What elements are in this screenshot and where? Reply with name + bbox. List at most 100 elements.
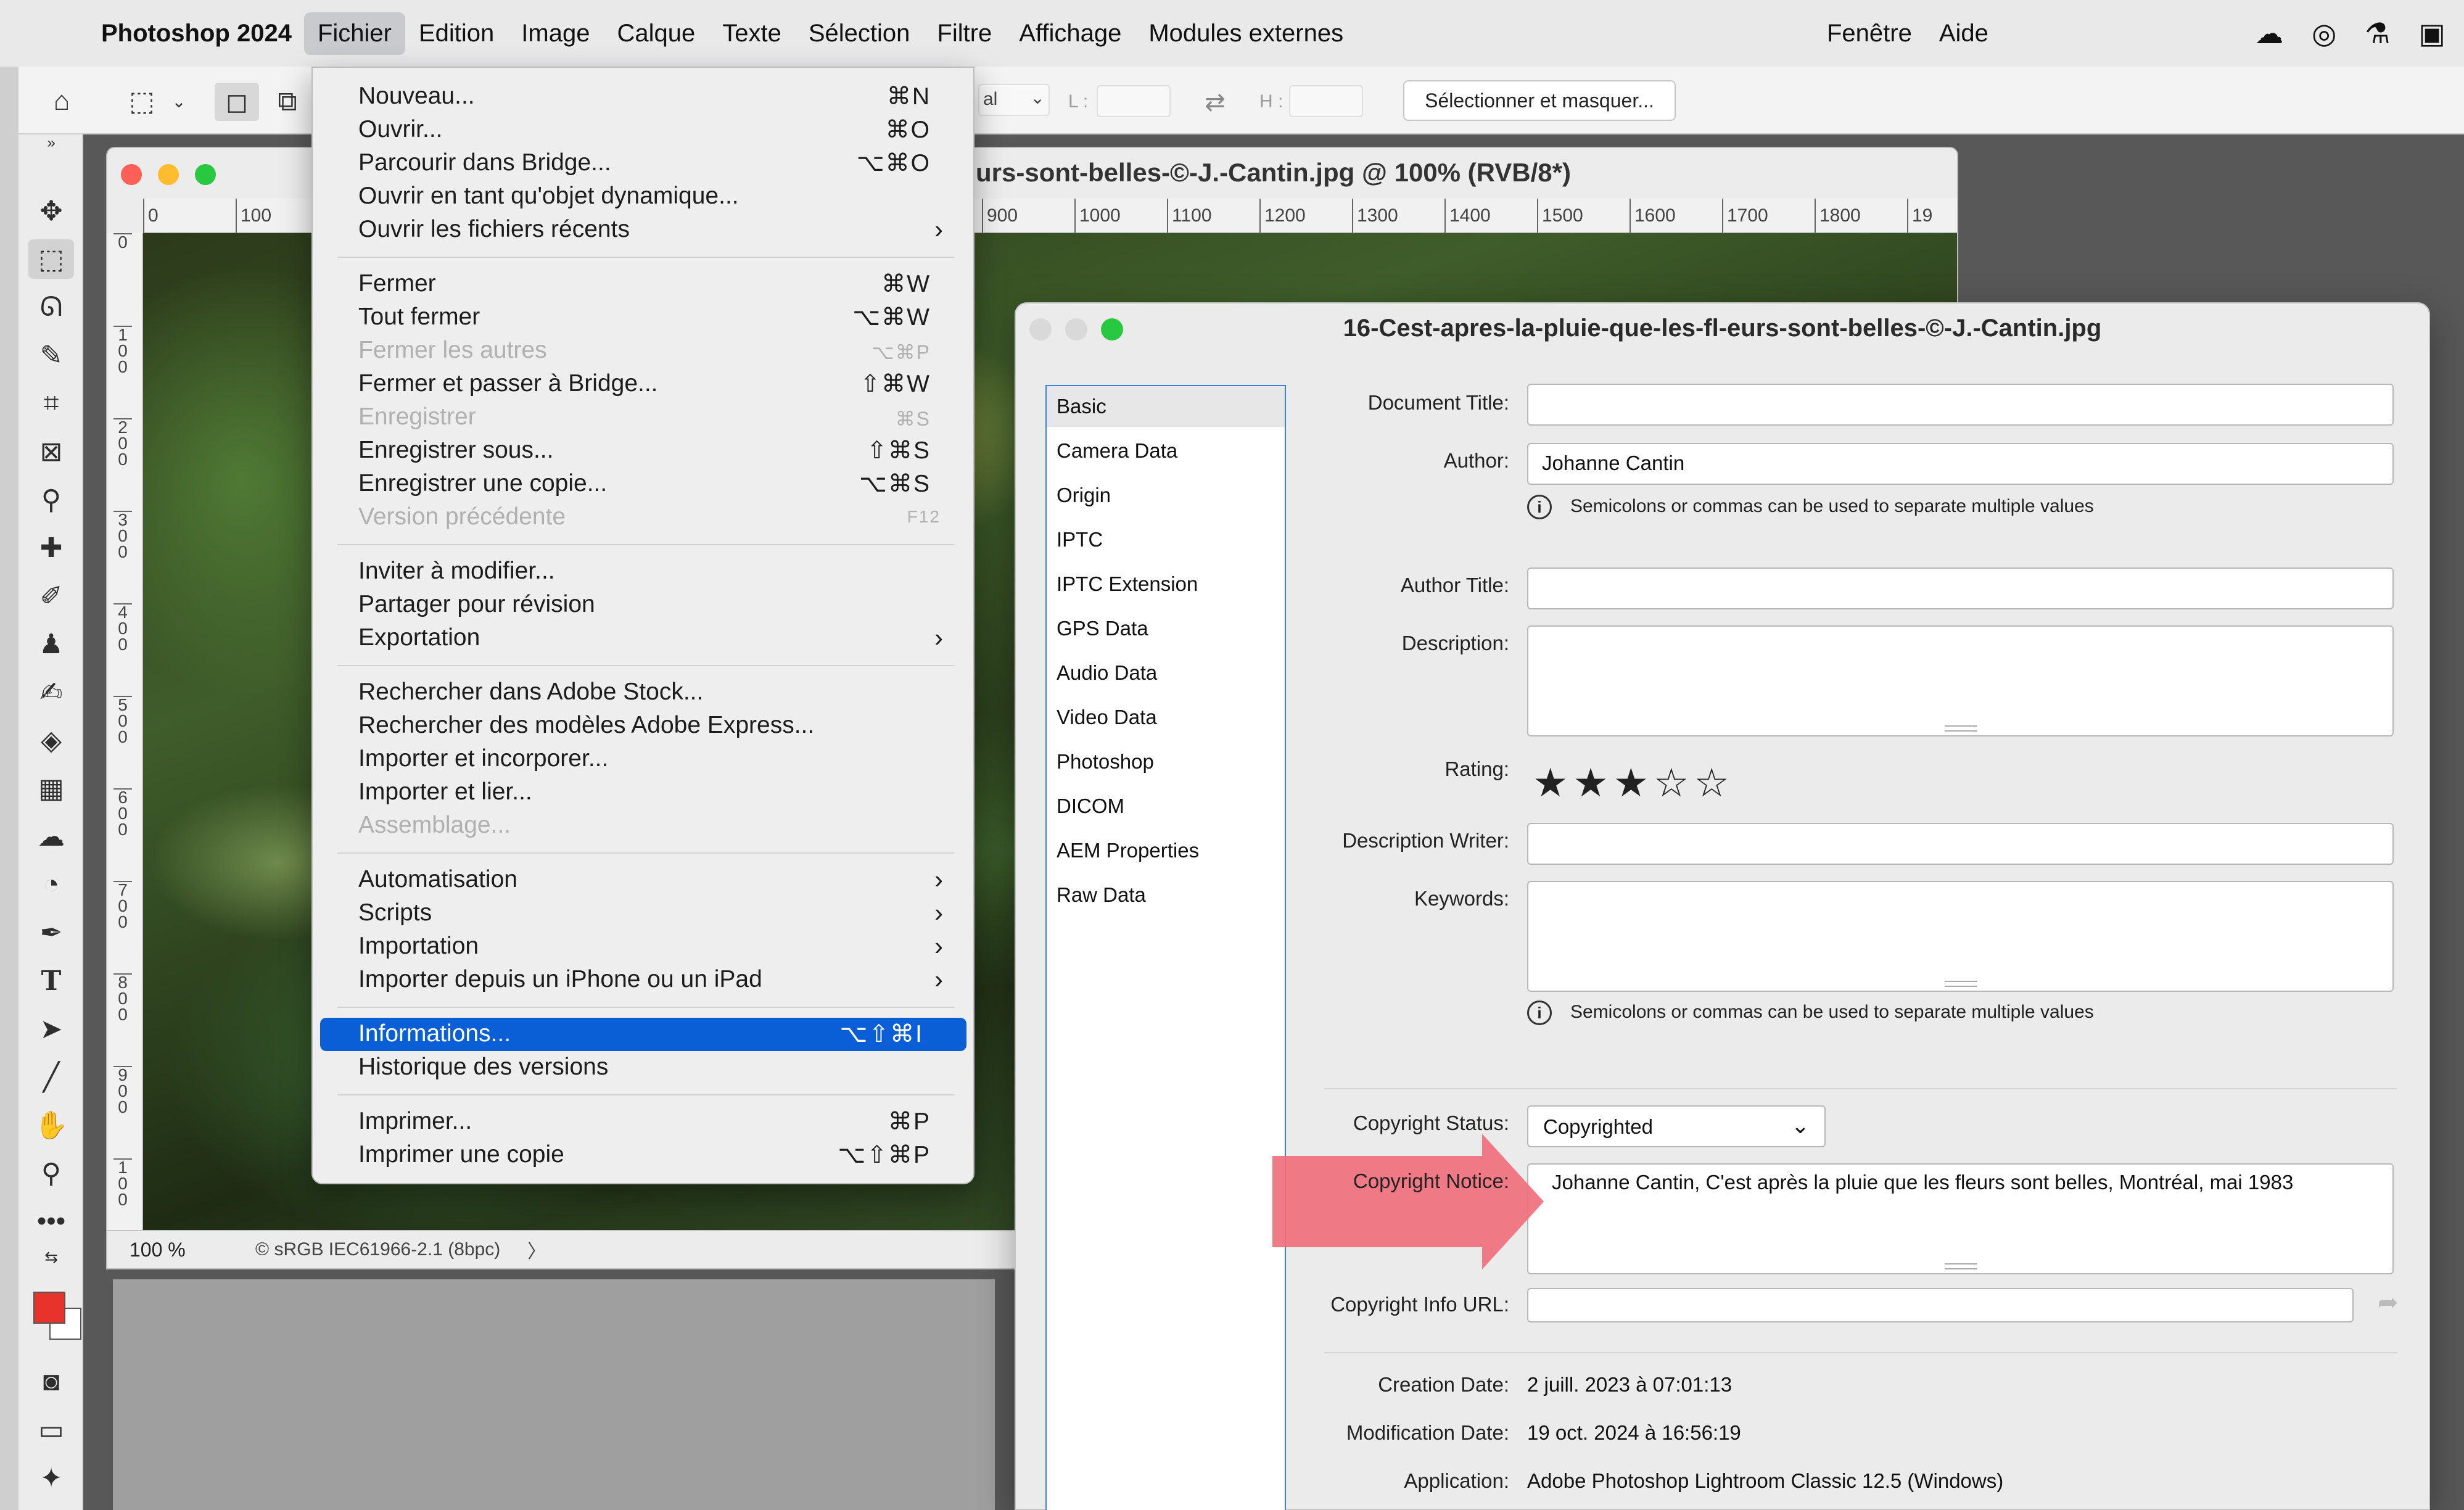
- menu-item-ouvrir[interactable]: Ouvrir... ⌘O: [320, 113, 966, 147]
- eyedropper-tool-icon[interactable]: ⚲: [28, 480, 74, 519]
- menu-item-importer-incorporer[interactable]: Importer et incorporer...: [320, 743, 966, 776]
- menu-item-adobe-express[interactable]: Rechercher des modèles Adobe Express...: [320, 709, 966, 743]
- text-status-icon[interactable]: ▣: [2419, 17, 2445, 50]
- menu-item-importer-lier[interactable]: Importer et lier...: [320, 776, 966, 809]
- menu-aide[interactable]: Aide: [1926, 12, 2002, 55]
- menu-item-automatisation[interactable]: Automatisation ›: [320, 864, 966, 897]
- brush-tool-icon[interactable]: ✐: [28, 576, 74, 616]
- app-name-menu[interactable]: Photoshop 2024: [101, 20, 292, 47]
- close-window-icon[interactable]: [121, 164, 142, 185]
- resize-grip-icon[interactable]: [1944, 981, 1977, 987]
- menu-item-enregistrer-copie[interactable]: Enregistrer une copie... ⌥⌘S: [320, 468, 966, 501]
- document-title-field[interactable]: [1527, 384, 2394, 426]
- cloud-status-icon[interactable]: ☁: [2255, 17, 2283, 50]
- marquee-preset-icon[interactable]: ⬚: [117, 83, 167, 120]
- menu-item-inviter-modifier[interactable]: Inviter à modifier...: [320, 555, 966, 588]
- generative-icon[interactable]: ✦: [28, 1458, 74, 1498]
- new-selection-icon[interactable]: ◻: [215, 83, 259, 121]
- menu-filtre[interactable]: Filtre: [923, 12, 1005, 55]
- hand-tool-icon[interactable]: ✋: [28, 1105, 74, 1145]
- panel-collapse-icon[interactable]: »: [28, 134, 74, 152]
- sidebar-item-dicom[interactable]: DICOM: [1047, 786, 1285, 827]
- author-title-field[interactable]: [1527, 567, 2394, 609]
- quick-select-tool-icon[interactable]: ✎: [28, 336, 74, 375]
- zoom-level[interactable]: 100 %: [107, 1239, 231, 1261]
- foreground-color-swatch[interactable]: [33, 1292, 65, 1324]
- gradient-tool-icon[interactable]: ▦: [28, 769, 74, 808]
- style-select[interactable]: al ⌄: [978, 84, 1050, 116]
- menu-item-nouveau[interactable]: Nouveau... ⌘N: [320, 80, 966, 113]
- zoom-window-icon[interactable]: [195, 164, 216, 185]
- blur-tool-icon[interactable]: ☁: [28, 817, 74, 856]
- menu-item-exportation[interactable]: Exportation ›: [320, 622, 966, 655]
- status-info-arrow[interactable]: 〉: [527, 1236, 546, 1263]
- star-empty-icon[interactable]: ☆: [1694, 761, 1734, 805]
- menu-fichier[interactable]: Fichier: [303, 12, 405, 55]
- history-brush-tool-icon[interactable]: ✍: [28, 672, 74, 712]
- menu-texte[interactable]: Texte: [709, 12, 795, 55]
- copyright-url-field[interactable]: [1527, 1288, 2354, 1322]
- menu-selection[interactable]: Sélection: [795, 12, 924, 55]
- resize-grip-icon[interactable]: [1944, 725, 1977, 732]
- height-field[interactable]: [1289, 85, 1363, 117]
- path-selection-tool-icon[interactable]: ➤: [28, 1009, 74, 1049]
- line-tool-icon[interactable]: ╱: [28, 1057, 74, 1097]
- sidebar-item-iptc[interactable]: IPTC: [1047, 519, 1285, 560]
- star-filled-icon[interactable]: ★: [1573, 761, 1613, 805]
- minimize-window-icon[interactable]: [158, 164, 179, 185]
- description-writer-field[interactable]: [1527, 823, 2394, 865]
- quick-mask-icon[interactable]: ◙: [28, 1362, 74, 1401]
- menu-item-historique-versions[interactable]: Historique des versions: [320, 1051, 966, 1084]
- more-tools-icon[interactable]: •••: [28, 1202, 74, 1241]
- open-url-arrow-icon[interactable]: ➦: [2378, 1289, 2399, 1317]
- sidebar-item-audio-data[interactable]: Audio Data: [1047, 653, 1285, 693]
- menu-item-imprimer[interactable]: Imprimer... ⌘P: [320, 1105, 966, 1139]
- marquee-tool-icon[interactable]: ⬚: [28, 239, 74, 279]
- menu-image[interactable]: Image: [508, 12, 603, 55]
- crop-tool-icon[interactable]: ⌗: [28, 384, 74, 423]
- menu-item-fichiers-recents[interactable]: Ouvrir les fichiers récents ›: [320, 213, 966, 247]
- type-tool-icon[interactable]: T: [28, 961, 74, 1000]
- move-tool-icon[interactable]: ✥: [28, 191, 74, 231]
- menu-item-ouvrir-objet-dynamique[interactable]: Ouvrir en tant qu'objet dynamique...: [320, 180, 966, 213]
- width-field[interactable]: [1097, 85, 1171, 117]
- menu-calque[interactable]: Calque: [603, 12, 709, 55]
- menu-affichage[interactable]: Affichage: [1005, 12, 1135, 55]
- menu-item-fermer-bridge[interactable]: Fermer et passer à Bridge... ⇧⌘W: [320, 368, 966, 401]
- frame-tool-icon[interactable]: ⊠: [28, 432, 74, 471]
- author-field[interactable]: Johanne Cantin: [1527, 443, 2394, 485]
- rating-stars[interactable]: ★★★☆☆: [1533, 760, 1734, 806]
- zoom-tool-icon[interactable]: ⚲: [28, 1153, 74, 1193]
- menu-item-imprimer-copie[interactable]: Imprimer une copie ⌥⇧⌘P: [320, 1139, 966, 1172]
- menu-item-scripts[interactable]: Scripts ›: [320, 897, 966, 930]
- pen-tool-icon[interactable]: ✒: [28, 913, 74, 952]
- menu-item-enregistrer-sous[interactable]: Enregistrer sous... ⇧⌘S: [320, 434, 966, 468]
- clone-stamp-tool-icon[interactable]: ♟: [28, 624, 74, 664]
- menu-edition[interactable]: Edition: [405, 12, 508, 55]
- star-empty-icon[interactable]: ☆: [1654, 761, 1694, 805]
- add-selection-icon[interactable]: ⧉: [265, 83, 310, 121]
- keywords-field[interactable]: [1527, 881, 2394, 992]
- menu-modules-externes[interactable]: Modules externes: [1135, 12, 1357, 55]
- menu-item-tout-fermer[interactable]: Tout fermer ⌥⌘W: [320, 301, 966, 334]
- menu-item-fermer[interactable]: Fermer ⌘W: [320, 268, 966, 301]
- sidebar-item-origin[interactable]: Origin: [1047, 475, 1285, 516]
- swap-icon[interactable]: ⇄: [1197, 85, 1234, 120]
- star-filled-icon[interactable]: ★: [1613, 761, 1654, 805]
- menu-item-partager-revision[interactable]: Partager pour révision: [320, 588, 966, 622]
- sidebar-item-video-data[interactable]: Video Data: [1047, 697, 1285, 738]
- lasso-tool-icon[interactable]: ᘏ: [28, 287, 74, 327]
- home-icon[interactable]: ⌂: [38, 81, 85, 121]
- resize-grip-icon[interactable]: [1944, 1263, 1977, 1269]
- flask-icon[interactable]: ⚗: [2365, 17, 2390, 50]
- menu-item-importation[interactable]: Importation ›: [320, 930, 966, 963]
- copyright-status-select[interactable]: Copyrighted ⌄: [1527, 1105, 1826, 1147]
- eraser-tool-icon[interactable]: ◈: [28, 720, 74, 760]
- description-field[interactable]: [1527, 625, 2394, 736]
- star-filled-icon[interactable]: ★: [1533, 761, 1573, 805]
- chevron-down-icon[interactable]: ⌄: [168, 89, 190, 113]
- menu-item-parcourir-bridge[interactable]: Parcourir dans Bridge... ⌥⌘O: [320, 147, 966, 180]
- swap-colors-icon[interactable]: ⇆: [28, 1245, 74, 1269]
- healing-brush-tool-icon[interactable]: ✚: [28, 528, 74, 567]
- menu-fenetre[interactable]: Fenêtre: [1813, 12, 1926, 55]
